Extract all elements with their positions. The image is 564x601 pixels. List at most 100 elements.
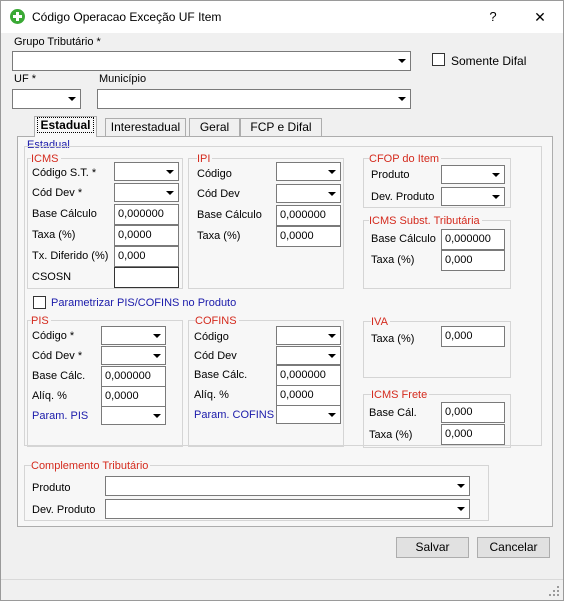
tab-geral[interactable]: Geral xyxy=(189,118,240,136)
ipi-cod-dev-label: Cód Dev xyxy=(197,188,240,200)
complemento-produto-label: Produto xyxy=(32,482,71,494)
title-bar: Código Operacao Exceção UF Item ? ✕ xyxy=(1,1,563,33)
icms-frete-base-cal-label: Base Cál. xyxy=(369,407,417,419)
iva-taxa-input[interactable]: 0,000 xyxy=(441,326,505,347)
icms-codigo-st-select[interactable] xyxy=(114,162,179,181)
pis-title: PIS xyxy=(31,315,51,327)
icms-tx-diferido-input[interactable]: 0,000 xyxy=(114,246,179,267)
complemento-dev-produto-select[interactable] xyxy=(105,499,470,519)
parametrizar-pis-cofins-label: Parametrizar PIS/COFINS no Produto xyxy=(51,297,237,309)
pis-aliq-input[interactable]: 0,0000 xyxy=(101,386,166,407)
cofins-base-calc-input[interactable]: 0,000000 xyxy=(276,365,341,386)
icms-cod-dev-label: Cód Dev * xyxy=(32,187,83,199)
icms-st-base-calculo-label: Base Cálculo xyxy=(371,233,436,245)
pis-codigo-select[interactable] xyxy=(101,326,166,345)
cofins-aliq-label: Alíq. % xyxy=(194,389,229,401)
icms-tx-diferido-label: Tx. Diferido (%) xyxy=(32,250,109,262)
cfop-dev-produto-label: Dev. Produto xyxy=(371,191,435,203)
cofins-cod-dev-select[interactable] xyxy=(276,346,341,365)
resize-grip-icon[interactable] xyxy=(549,586,559,596)
icms-st-taxa-label: Taxa (%) xyxy=(371,254,415,266)
complemento-produto-select[interactable] xyxy=(105,476,470,496)
cofins-codigo-select[interactable] xyxy=(276,326,341,345)
chevron-down-icon xyxy=(492,195,500,199)
cofins-param-label: Param. COFINS xyxy=(194,409,275,421)
pis-base-calc-input[interactable]: 0,000000 xyxy=(101,366,166,387)
ipi-base-calculo-input[interactable]: 0,000000 xyxy=(276,205,341,226)
chevron-down-icon xyxy=(328,192,336,196)
chevron-down-icon xyxy=(328,413,336,417)
icms-st-base-calculo-input[interactable]: 0,000000 xyxy=(441,229,505,250)
close-button[interactable]: ✕ xyxy=(526,6,554,28)
cfop-produto-select[interactable] xyxy=(441,165,505,184)
add-icon xyxy=(10,9,25,24)
ipi-codigo-select[interactable] xyxy=(276,162,341,181)
chevron-down-icon xyxy=(166,191,174,195)
chevron-down-icon xyxy=(153,354,161,358)
chevron-down-icon xyxy=(457,507,465,511)
chevron-down-icon xyxy=(153,334,161,338)
chevron-down-icon xyxy=(328,170,336,174)
pis-aliq-label: Alíq. % xyxy=(32,390,67,402)
pis-param-select[interactable] xyxy=(101,406,166,425)
icms-frete-title: ICMS Frete xyxy=(371,389,430,401)
salvar-button[interactable]: Salvar xyxy=(396,537,469,558)
icms-codigo-st-label: Código S.T. * xyxy=(32,167,97,179)
icms-csosn-input[interactable] xyxy=(114,267,179,288)
somente-difal-checkbox[interactable] xyxy=(432,53,445,66)
icms-frete-base-cal-input[interactable]: 0,000 xyxy=(441,402,505,423)
status-divider xyxy=(1,579,563,580)
help-button[interactable]: ? xyxy=(479,6,507,28)
municipio-select[interactable] xyxy=(97,89,411,109)
chevron-down-icon xyxy=(328,354,336,358)
tab-estadual-label: Estadual xyxy=(37,117,94,133)
chevron-down-icon xyxy=(153,414,161,418)
uf-label: UF * xyxy=(14,73,36,85)
chevron-down-icon xyxy=(68,97,76,101)
cofins-title: COFINS xyxy=(195,315,239,327)
window-title: Código Operacao Exceção UF Item xyxy=(32,10,222,24)
icms-title: ICMS xyxy=(31,153,61,165)
icms-csosn-label: CSOSN xyxy=(32,271,72,283)
cofins-base-calc-label: Base Cálc. xyxy=(194,369,248,381)
pis-base-calc-label: Base Cálc. xyxy=(32,370,86,382)
parametrizar-pis-cofins-checkbox[interactable] xyxy=(33,296,46,309)
ipi-taxa-input[interactable]: 0,0000 xyxy=(276,226,341,247)
icms-cod-dev-select[interactable] xyxy=(114,183,179,202)
uf-select[interactable] xyxy=(12,89,81,109)
grupo-tributario-select[interactable] xyxy=(12,51,411,71)
ipi-cod-dev-select[interactable] xyxy=(276,184,341,203)
pis-cod-dev-label: Cód Dev * xyxy=(32,350,83,362)
tab-estadual[interactable]: Estadual xyxy=(34,116,97,137)
dialog-window: Código Operacao Exceção UF Item ? ✕ Grup… xyxy=(0,0,564,601)
municipio-label: Município xyxy=(99,73,147,85)
ipi-base-calculo-label: Base Cálculo xyxy=(197,209,262,221)
cofins-param-select[interactable] xyxy=(276,405,341,424)
chevron-down-icon xyxy=(398,97,406,101)
chevron-down-icon xyxy=(457,484,465,488)
cofins-codigo-label: Código xyxy=(194,331,229,343)
icms-frete-taxa-input[interactable]: 0,000 xyxy=(441,424,505,445)
grupo-tributario-label: Grupo Tributário * xyxy=(14,36,101,48)
icms-frete-taxa-label: Taxa (%) xyxy=(369,429,413,441)
ipi-taxa-label: Taxa (%) xyxy=(197,230,241,242)
cancelar-button[interactable]: Cancelar xyxy=(477,537,550,558)
chevron-down-icon xyxy=(398,59,406,63)
tab-fcp-difal[interactable]: FCP e Difal xyxy=(240,118,322,136)
somente-difal-label: Somente Difal xyxy=(451,54,527,68)
icms-base-calculo-input[interactable]: 0,000000 xyxy=(114,204,179,225)
pis-cod-dev-select[interactable] xyxy=(101,346,166,365)
tab-interestadual[interactable]: Interestadual xyxy=(105,118,186,136)
icms-taxa-input[interactable]: 0,0000 xyxy=(114,225,179,246)
complemento-title: Complemento Tributário xyxy=(31,460,151,472)
chevron-down-icon xyxy=(492,173,500,177)
complemento-dev-produto-label: Dev. Produto xyxy=(32,504,96,516)
pis-param-label: Param. PIS xyxy=(32,410,89,422)
cfop-dev-produto-select[interactable] xyxy=(441,187,505,206)
ipi-title: IPI xyxy=(197,153,213,165)
icms-st-taxa-input[interactable]: 0,000 xyxy=(441,250,505,271)
icms-base-calculo-label: Base Cálculo xyxy=(32,208,97,220)
cofins-aliq-input[interactable]: 0,0000 xyxy=(276,385,341,406)
ipi-codigo-label: Código xyxy=(197,168,232,180)
cfop-produto-label: Produto xyxy=(371,169,410,181)
